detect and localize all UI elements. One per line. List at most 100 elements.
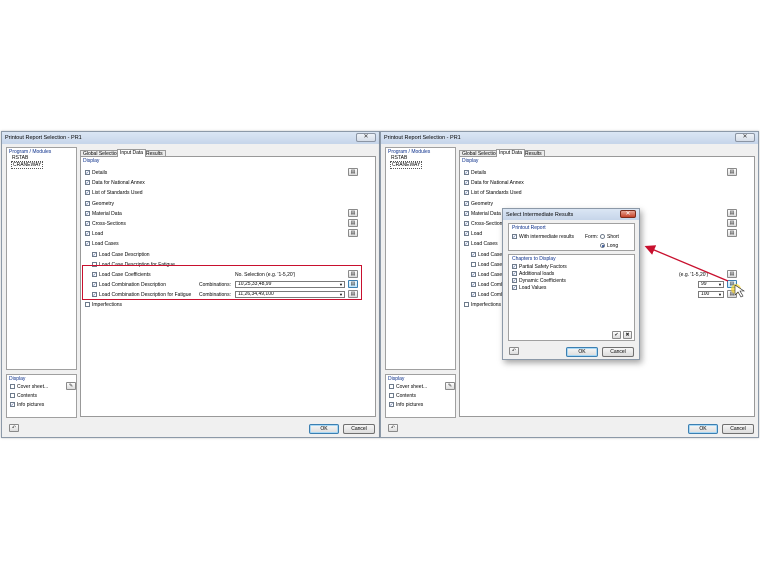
load-cases-row[interactable]: ✓ Load Cases — [85, 240, 119, 247]
imperfections-checkbox[interactable] — [85, 302, 90, 307]
lco-description-fatigue-row[interactable]: ✓ Load Combi — [471, 291, 505, 298]
imperfections-checkbox[interactable] — [464, 302, 469, 307]
form-short-radio[interactable] — [600, 234, 605, 239]
lc-description-row[interactable]: ✓ Load Case Description — [92, 251, 150, 258]
national-annex-checkbox[interactable]: ✓ — [464, 180, 469, 185]
lc-description-checkbox[interactable]: ✓ — [92, 252, 97, 257]
national-annex-row[interactable]: ✓ Data for National Annex — [464, 179, 524, 186]
with-intermediate-checkbox[interactable]: ✓ — [512, 234, 517, 239]
form-long-radio[interactable] — [600, 243, 605, 248]
material-row[interactable]: ✓ Material Data — [464, 210, 501, 217]
combinations-input-2[interactable]: 100 ▼ — [698, 291, 724, 298]
tab-input-data[interactable]: Input Data — [117, 149, 147, 157]
lc-coefficients-checkbox[interactable]: ✓ — [471, 272, 476, 277]
chevron-down-icon[interactable]: ▼ — [718, 292, 722, 297]
lco-description-fatigue-settings-icon[interactable]: ▤ — [727, 290, 737, 298]
standards-row[interactable]: ✓ List of Standards Used — [85, 189, 143, 196]
cross-sections-row[interactable]: ✓ Cross-Sections — [464, 220, 505, 227]
module-item-craneway[interactable]: CRANEWAY — [11, 161, 44, 169]
details-settings-icon[interactable]: ▤ — [348, 168, 358, 176]
material-settings-icon[interactable]: ▤ — [348, 209, 358, 217]
help-icon[interactable]: ↶ — [9, 424, 19, 432]
load-cases-checkbox[interactable]: ✓ — [85, 241, 90, 246]
details-checkbox[interactable]: ✓ — [464, 170, 469, 175]
lco-description-settings-icon[interactable]: ▤ — [727, 280, 737, 288]
cross-sections-settings-icon[interactable]: ▤ — [348, 219, 358, 227]
national-annex-row[interactable]: ✓ Data for National Annex — [85, 179, 145, 186]
imperfections-row[interactable]: Imperfections — [464, 301, 501, 308]
close-button[interactable]: ✕ — [735, 133, 755, 142]
chapter-checkbox[interactable]: ✓ — [512, 264, 517, 269]
material-settings-icon[interactable]: ▤ — [727, 209, 737, 217]
load-cases-row[interactable]: ✓ Load Cases — [464, 240, 498, 247]
close-button[interactable]: ✕ — [356, 133, 376, 142]
cover-sheet-edit-icon[interactable]: ✎ — [445, 382, 455, 390]
chapter-checkbox[interactable]: ✓ — [512, 285, 517, 290]
ok-button[interactable]: OK — [688, 424, 718, 434]
info-pictures-row[interactable]: ✓ Info pictures — [389, 401, 423, 408]
cover-sheet-row[interactable]: Cover sheet... — [389, 383, 427, 390]
help-icon[interactable]: ↶ — [388, 424, 398, 432]
details-row[interactable]: ✓ Details — [85, 169, 107, 176]
with-intermediate-row[interactable]: ✓ With intermediate results — [512, 233, 574, 240]
form-long-row[interactable]: Long — [600, 242, 618, 249]
lc-description-checkbox[interactable]: ✓ — [471, 252, 476, 257]
chapter-item[interactable]: ✓ Dynamic Coefficients — [512, 277, 566, 284]
chapter-checkbox[interactable]: ✓ — [512, 271, 517, 276]
uncheck-all-icon[interactable]: ✖ — [623, 331, 632, 339]
contents-checkbox[interactable] — [389, 393, 394, 398]
cancel-button[interactable]: Cancel — [722, 424, 754, 434]
combinations-input-1[interactable]: 99 ▼ — [698, 281, 724, 288]
cross-sections-checkbox[interactable]: ✓ — [464, 221, 469, 226]
cross-sections-checkbox[interactable]: ✓ — [85, 221, 90, 226]
cover-sheet-checkbox[interactable] — [10, 384, 15, 389]
geometry-checkbox[interactable]: ✓ — [464, 201, 469, 206]
check-all-icon[interactable]: ✔ — [612, 331, 621, 339]
dialog-cancel-button[interactable]: Cancel — [602, 347, 634, 357]
info-pictures-checkbox[interactable]: ✓ — [10, 402, 15, 407]
lco-description-fatigue-checkbox[interactable]: ✓ — [471, 292, 476, 297]
details-settings-icon[interactable]: ▤ — [727, 168, 737, 176]
cancel-button[interactable]: Cancel — [343, 424, 375, 434]
details-row[interactable]: ✓ Details — [464, 169, 486, 176]
chapter-checkbox[interactable]: ✓ — [512, 278, 517, 283]
lco-description-row[interactable]: ✓ Load Combi — [471, 281, 505, 288]
cross-sections-settings-icon[interactable]: ▤ — [727, 219, 737, 227]
load-settings-icon[interactable]: ▤ — [727, 229, 737, 237]
ok-button[interactable]: OK — [309, 424, 339, 434]
contents-row[interactable]: Contents — [389, 392, 416, 399]
title-bar[interactable]: Printout Report Selection - PR1 ✕ — [381, 132, 758, 144]
geometry-checkbox[interactable]: ✓ — [85, 201, 90, 206]
imperfections-row[interactable]: Imperfections — [85, 301, 122, 308]
cover-sheet-edit-icon[interactable]: ✎ — [66, 382, 76, 390]
cover-sheet-checkbox[interactable] — [389, 384, 394, 389]
load-checkbox[interactable]: ✓ — [464, 231, 469, 236]
lco-description-checkbox[interactable]: ✓ — [471, 282, 476, 287]
chapter-item[interactable]: ✓ Load Values — [512, 284, 546, 291]
standards-checkbox[interactable]: ✓ — [85, 190, 90, 195]
load-row[interactable]: ✓ Load — [464, 230, 482, 237]
info-pictures-checkbox[interactable]: ✓ — [389, 402, 394, 407]
dialog-close-button[interactable]: ✕ — [620, 210, 636, 218]
national-annex-checkbox[interactable]: ✓ — [85, 180, 90, 185]
load-checkbox[interactable]: ✓ — [85, 231, 90, 236]
dialog-ok-button[interactable]: OK — [566, 347, 598, 357]
tab-input-data[interactable]: Input Data — [496, 149, 526, 157]
dialog-title-bar[interactable]: Select Intermediate Results ✕ — [503, 209, 639, 220]
chapter-item[interactable]: ✓ Partial Safety Factors — [512, 263, 567, 270]
cover-sheet-row[interactable]: Cover sheet... — [10, 383, 48, 390]
cross-sections-row[interactable]: ✓ Cross-Sections — [85, 220, 126, 227]
contents-row[interactable]: Contents — [10, 392, 37, 399]
contents-checkbox[interactable] — [10, 393, 15, 398]
module-item-craneway[interactable]: CRANEWAY — [390, 161, 423, 169]
load-row[interactable]: ✓ Load — [85, 230, 103, 237]
info-pictures-row[interactable]: ✓ Info pictures — [10, 401, 44, 408]
chapter-item[interactable]: ✓ Additional loads — [512, 270, 554, 277]
details-checkbox[interactable]: ✓ — [85, 170, 90, 175]
material-row[interactable]: ✓ Material Data — [85, 210, 122, 217]
title-bar[interactable]: Printout Report Selection - PR1 ✕ — [2, 132, 379, 144]
dialog-help-icon[interactable]: ↶ — [509, 347, 519, 355]
load-settings-icon[interactable]: ▤ — [348, 229, 358, 237]
form-short-row[interactable]: Short — [600, 233, 619, 240]
material-checkbox[interactable]: ✓ — [85, 211, 90, 216]
